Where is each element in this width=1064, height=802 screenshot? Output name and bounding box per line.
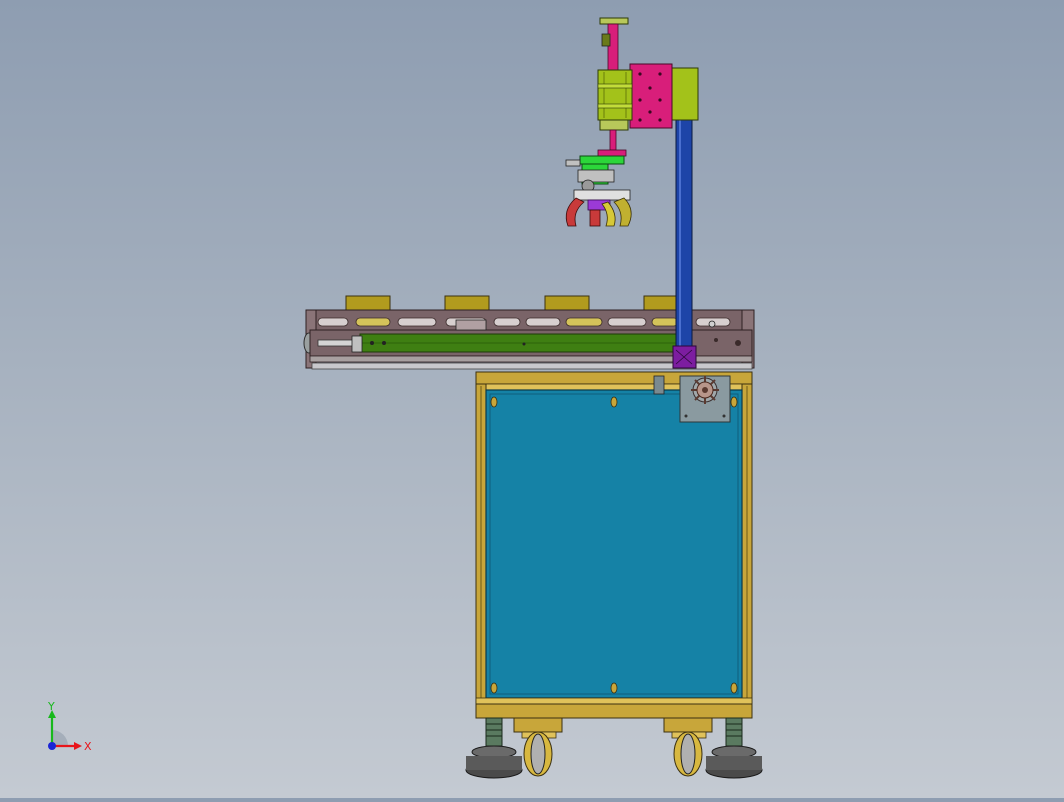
z-axis-cylinder[interactable]	[597, 17, 633, 157]
pallet	[345, 295, 681, 311]
caster-wheel[interactable]	[663, 717, 713, 777]
z-axis-dot-icon	[48, 742, 56, 750]
x-axis-arrow-icon	[74, 742, 82, 750]
assembly-drawing[interactable]	[0, 0, 1064, 798]
y-axis-label: Y	[47, 700, 55, 713]
coordinate-triad: Y X	[38, 700, 108, 760]
linear-module[interactable]	[629, 63, 699, 129]
leveling-foot[interactable]	[705, 717, 763, 779]
x-axis-label: X	[84, 740, 92, 753]
electrical-cabinet[interactable]	[475, 371, 753, 719]
gripper[interactable]	[565, 155, 632, 227]
cad-viewport[interactable]	[0, 0, 1064, 798]
cabinet-door-panel	[485, 389, 743, 699]
